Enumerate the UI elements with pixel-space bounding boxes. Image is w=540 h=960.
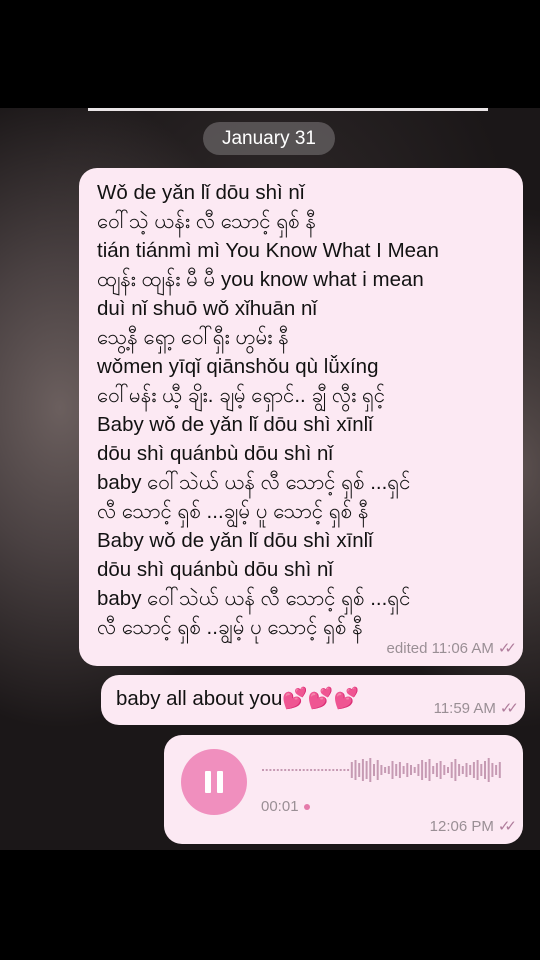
lyric-line: duì nǐ shuō wǒ xǐhuān nǐ	[97, 297, 317, 320]
top-divider	[88, 108, 488, 111]
lyric-line: dōu shì quánbù dōu shì nǐ	[97, 442, 333, 465]
read-receipt-icon: ✓✓	[497, 640, 517, 657]
lyric-line: Wǒ de yǎn lǐ dōu shì nǐ	[97, 181, 305, 204]
lyric-line: ထျန်း ထျန်း မီ မီ you know what i mean	[97, 268, 424, 291]
message-meta: 12:06 PM ✓✓	[429, 817, 517, 835]
date-separator: January 31	[203, 122, 335, 155]
message-bubble-text[interactable]: baby all about you💕💕💕 11:59 AM ✓✓	[101, 675, 525, 725]
lyric-line: baby ဝေါ်သဲယ် ယန် လီ သောင့် ရှစ် ...ရှင်	[97, 587, 411, 610]
message-meta: 11:59 AM ✓✓	[433, 699, 519, 717]
lyric-line: Baby wǒ de yǎn lǐ dōu shì xīnlǐ	[97, 529, 373, 552]
read-receipt-icon: ✓✓	[497, 818, 517, 835]
message-text: baby all about you💕💕💕	[116, 687, 359, 710]
lyric-line: ဝေါ်မန်း ယီ့ ချိး. ချမ့် ရှောင်.. ချွီ လ…	[97, 384, 386, 407]
message-timestamp: 11:59 AM	[433, 700, 496, 717]
lyric-line: tián tiánmì mì You Know What I Mean	[97, 239, 439, 262]
lyric-line: wǒmen yīqǐ qiānshǒu qù lǚxíng	[97, 355, 379, 378]
read-receipt-icon: ✓✓	[499, 700, 519, 717]
edited-timestamp: edited 11:06 AM	[386, 640, 494, 657]
message-meta: edited 11:06 AM ✓✓	[386, 639, 518, 657]
chat-screen: January 31 Wǒ de yǎn lǐ dōu shì nǐ ဝေါ်သ…	[0, 108, 540, 850]
lyric-line: သွေ့နီ ရှော့ ဝေါ်ရှီး ဟွမ်း နီ	[97, 326, 289, 349]
voice-waveform[interactable]	[262, 757, 508, 783]
pause-button[interactable]	[181, 749, 247, 815]
voice-duration: 00:01	[261, 798, 310, 815]
message-bubble-lyrics[interactable]: Wǒ de yǎn lǐ dōu shì nǐ ဝေါ်သဲ့ ယန်း လီ …	[79, 168, 523, 666]
lyric-line: baby ဝေါ်သဲယ် ယန် လီ သောင့် ရှစ် ...ရှင်	[97, 471, 411, 494]
lyric-line: လီ သောင့် ရှစ် ..ချွမ့် ပု သောင့် ရှစ် န…	[97, 616, 363, 639]
lyric-line: ဝေါ်သဲ့ ယန်း လီ သောင့် ရှစ် နီ	[97, 210, 316, 233]
recording-dot-icon	[303, 804, 310, 811]
message-timestamp: 12:06 PM	[429, 818, 494, 835]
message-bubble-voice[interactable]: 00:01 12:06 PM ✓✓	[164, 735, 523, 844]
voice-duration-text: 00:01	[261, 798, 299, 815]
lyric-line: Baby wǒ de yǎn lǐ dōu shì xīnlǐ	[97, 413, 373, 436]
lyric-line: လီ သောင့် ရှစ် ...ချွမ့် ပူ သောင့် ရှစ် …	[97, 500, 369, 523]
lyric-line: dōu shì quánbù dōu shì nǐ	[97, 558, 333, 581]
